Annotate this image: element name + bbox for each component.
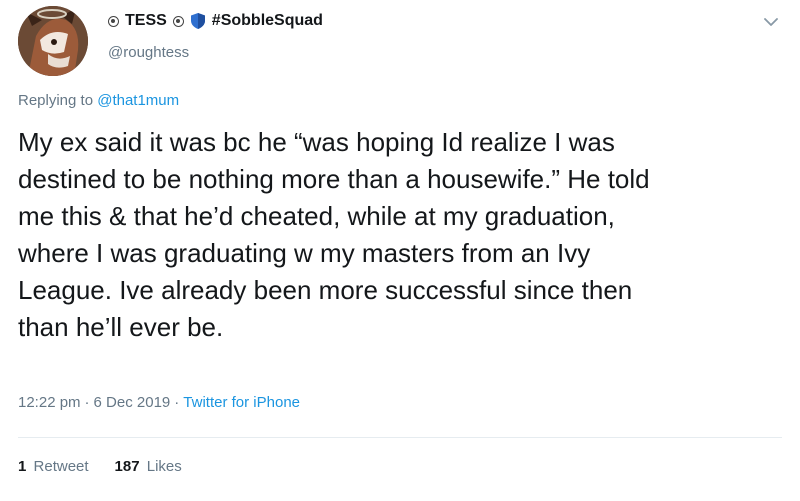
author-name-row[interactable]: TESS #SobbleSquad xyxy=(108,12,323,30)
chevron-down-icon[interactable] xyxy=(764,14,778,32)
shield-icon xyxy=(190,12,206,30)
tweet-meta: 12:22 pm · 6 Dec 2019 · Twitter for iPho… xyxy=(18,394,300,411)
tweet-date[interactable]: 6 Dec 2019 xyxy=(94,394,171,411)
retweet-count: 1 xyxy=(18,458,27,475)
divider xyxy=(18,437,782,438)
retweet-label: Retweet xyxy=(33,458,89,475)
retweet-count-stat[interactable]: 1 Retweet xyxy=(18,458,89,475)
meta-separator: · xyxy=(174,394,180,411)
likes-count-stat[interactable]: 187 Likes xyxy=(115,458,182,475)
avatar[interactable] xyxy=(18,6,88,76)
likes-label: Likes xyxy=(146,458,182,475)
tweet-card: TESS #SobbleSquad @roughtess Replying to… xyxy=(0,0,800,501)
tweet-time[interactable]: 12:22 pm xyxy=(18,394,81,411)
replying-to: Replying to @that1mum xyxy=(18,92,179,109)
halo-icon xyxy=(108,15,119,27)
likes-count: 187 xyxy=(114,458,140,475)
tweet-text: My ex said it was bc he “was hoping Id r… xyxy=(18,127,650,342)
reply-mention-link[interactable]: @that1mum xyxy=(97,92,179,109)
tweet-stats: 1 Retweet 187 Likes xyxy=(18,458,182,475)
author-display-name[interactable]: TESS xyxy=(125,12,167,30)
author-name-suffix: #SobbleSquad xyxy=(211,12,323,29)
avatar-image xyxy=(18,6,88,76)
halo-icon xyxy=(172,15,184,27)
replying-prefix: Replying to xyxy=(18,92,94,109)
meta-separator: · xyxy=(84,394,90,411)
tweet-source-link[interactable]: Twitter for iPhone xyxy=(183,394,300,411)
author-handle[interactable]: @roughtess xyxy=(108,44,189,61)
